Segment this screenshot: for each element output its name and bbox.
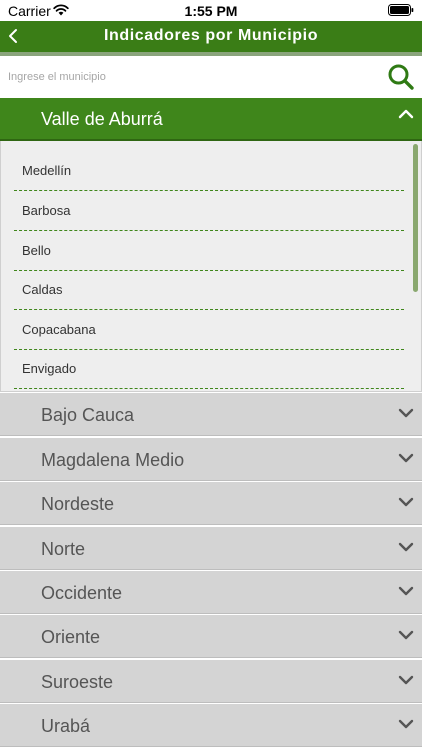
status-bar: Carrier 1:55 PM [0, 0, 422, 21]
chevron-down-icon [398, 586, 414, 596]
chevron-up-icon [398, 109, 414, 119]
region-row-oriente[interactable]: Oriente [0, 614, 422, 658]
chevron-down-icon [398, 408, 414, 418]
municipality-item-caldas[interactable]: Caldas [14, 270, 404, 310]
municipality-label: Bello [22, 243, 51, 258]
municipality-item-medellin[interactable]: Medellín [14, 151, 404, 191]
municipality-label: Medellín [22, 163, 72, 178]
chevron-down-icon [398, 675, 414, 685]
region-name: Suroeste [41, 672, 114, 692]
region-row-nordeste[interactable]: Nordeste [0, 481, 422, 525]
region-row-bajo-cauca[interactable]: Bajo Cauca [0, 392, 422, 436]
municipality-label: Barbosa [22, 203, 71, 218]
region-name: Magdalena Medio [41, 450, 185, 470]
search-icon[interactable] [387, 63, 415, 91]
status-time: 1:55 PM [184, 3, 238, 19]
region-row-magdalena-medio[interactable]: Magdalena Medio [0, 437, 422, 481]
region-name: Bajo Cauca [41, 405, 135, 425]
region-row-occidente[interactable]: Occidente [0, 570, 422, 614]
chevron-down-icon [398, 719, 414, 729]
municipality-label: Envigado [22, 361, 77, 376]
chevron-down-icon [398, 542, 414, 552]
chevron-down-icon [398, 497, 414, 507]
municipality-label: Copacabana [22, 322, 96, 337]
chevron-down-icon [398, 630, 414, 640]
region-name: Urabá [41, 716, 91, 736]
nav-bar: Indicadores por Municipio [0, 21, 422, 52]
region-name: Nordeste [41, 494, 115, 514]
municipality-item-copacabana[interactable]: Copacabana [14, 310, 404, 350]
page-title: Indicadores por Municipio [103, 27, 319, 44]
search-bar [0, 56, 422, 98]
region-row-norte[interactable]: Norte [0, 526, 422, 570]
battery-icon [388, 4, 414, 16]
chevron-down-icon [398, 453, 414, 463]
municipality-search-input[interactable] [8, 63, 378, 91]
municipality-item-barbosa[interactable]: Barbosa [14, 191, 404, 231]
municipality-list: Medellín Barbosa Bello Caldas Copacabana… [0, 141, 422, 392]
municipality-label: Caldas [22, 282, 63, 297]
municipality-item-bello[interactable]: Bello [14, 231, 404, 271]
region-name: Norte [41, 539, 86, 559]
region-row-suroeste[interactable]: Suroeste [0, 659, 422, 703]
region-name: Valle de Aburrá [41, 109, 163, 129]
region-name: Occidente [41, 583, 123, 603]
region-name: Oriente [41, 627, 101, 647]
region-header-valle-de-aburra[interactable]: Valle de Aburrá [0, 98, 422, 141]
region-row-uraba[interactable]: Urabá [0, 703, 422, 747]
municipality-item-envigado[interactable]: Envigado [14, 349, 404, 389]
scrollbar-thumb[interactable] [413, 144, 418, 292]
